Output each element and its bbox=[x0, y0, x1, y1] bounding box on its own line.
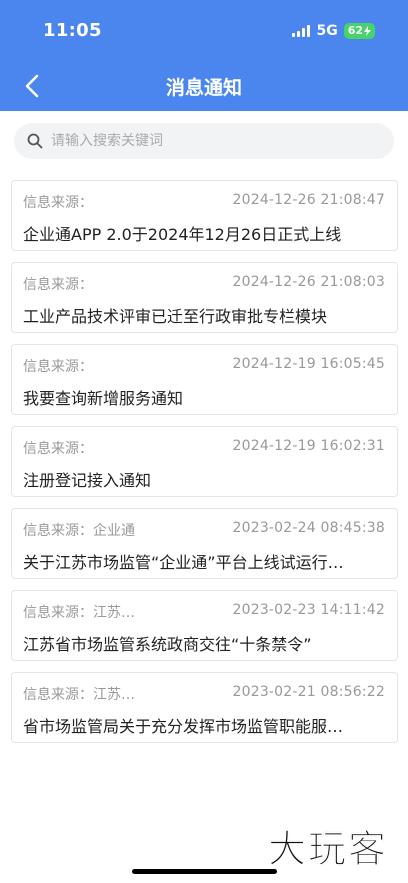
notification-title: 注册登记接入通知 bbox=[23, 471, 152, 490]
notification-card[interactable]: 信息来源： 2024-12-19 16:05:45 我要查询新增服务通知 bbox=[11, 344, 398, 415]
notification-source: 信息来源： bbox=[23, 277, 93, 293]
battery-icon: 62 bbox=[343, 23, 375, 39]
notification-source: 信息来源：江苏… bbox=[23, 605, 135, 621]
notification-title: 工业产品技术评审已迁至行政审批专栏模块 bbox=[23, 307, 328, 326]
notification-source: 信息来源： bbox=[23, 359, 93, 375]
notification-card[interactable]: 信息来源：江苏… 2023-02-21 08:56:22 省市场监管局关于充分发… bbox=[11, 672, 398, 743]
charging-bolt-icon bbox=[364, 26, 371, 36]
header: 11:05 5G 62 消息通知 bbox=[0, 0, 408, 111]
notification-time: 2023-02-24 08:45:38 bbox=[232, 520, 385, 536]
notification-list: 信息来源： 2024-12-26 21:08:47 企业通APP 2.0于202… bbox=[11, 180, 398, 754]
notification-source: 信息来源： bbox=[23, 195, 93, 211]
notification-card[interactable]: 信息来源：江苏… 2023-02-23 14:11:42 江苏省市场监管系统政商… bbox=[11, 590, 398, 661]
search-input[interactable] bbox=[51, 133, 371, 149]
search-icon bbox=[27, 133, 43, 149]
notification-title: 我要查询新增服务通知 bbox=[23, 389, 184, 408]
signal-icon bbox=[292, 25, 311, 37]
page-title: 消息通知 bbox=[165, 77, 242, 99]
status-time: 11:05 bbox=[43, 20, 102, 41]
notification-time: 2023-02-21 08:56:22 bbox=[232, 684, 385, 700]
notification-card[interactable]: 信息来源：企业通 2023-02-24 08:45:38 关于江苏市场监管“企业… bbox=[11, 508, 398, 579]
watermark-logo: 大玩客 bbox=[268, 827, 389, 872]
status-bar: 11:05 5G 62 bbox=[0, 0, 408, 60]
battery-level: 62 bbox=[347, 24, 363, 37]
notification-title: 江苏省市场监管系统政商交往“十条禁令” bbox=[23, 635, 312, 654]
nav-bar: 消息通知 bbox=[0, 60, 408, 111]
notification-card[interactable]: 信息来源： 2024-12-26 21:08:03 工业产品技术评审已迁至行政审… bbox=[11, 262, 398, 333]
notification-card[interactable]: 信息来源： 2024-12-26 21:08:47 企业通APP 2.0于202… bbox=[11, 180, 398, 251]
notification-source: 信息来源：江苏… bbox=[23, 687, 135, 703]
notification-title: 省市场监管局关于充分发挥市场监管职能服… bbox=[23, 717, 344, 736]
network-type: 5G bbox=[316, 23, 338, 39]
notification-source: 信息来源： bbox=[23, 441, 93, 457]
status-indicators: 5G 62 bbox=[292, 22, 375, 40]
home-indicator[interactable] bbox=[132, 869, 277, 874]
notification-time: 2024-12-26 21:08:47 bbox=[232, 192, 385, 208]
notification-time: 2024-12-19 16:05:45 bbox=[232, 356, 385, 372]
notification-card[interactable]: 信息来源： 2024-12-19 16:02:31 注册登记接入通知 bbox=[11, 426, 398, 497]
notification-time: 2023-02-23 14:11:42 bbox=[232, 602, 385, 618]
notification-source: 信息来源：企业通 bbox=[23, 523, 135, 539]
notification-title: 关于江苏市场监管“企业通”平台上线试运行… bbox=[23, 553, 344, 572]
search-bar[interactable] bbox=[14, 123, 394, 159]
notification-time: 2024-12-26 21:08:03 bbox=[232, 274, 385, 290]
notification-time: 2024-12-19 16:02:31 bbox=[232, 438, 385, 454]
notification-title: 企业通APP 2.0于2024年12月26日正式上线 bbox=[23, 225, 342, 244]
